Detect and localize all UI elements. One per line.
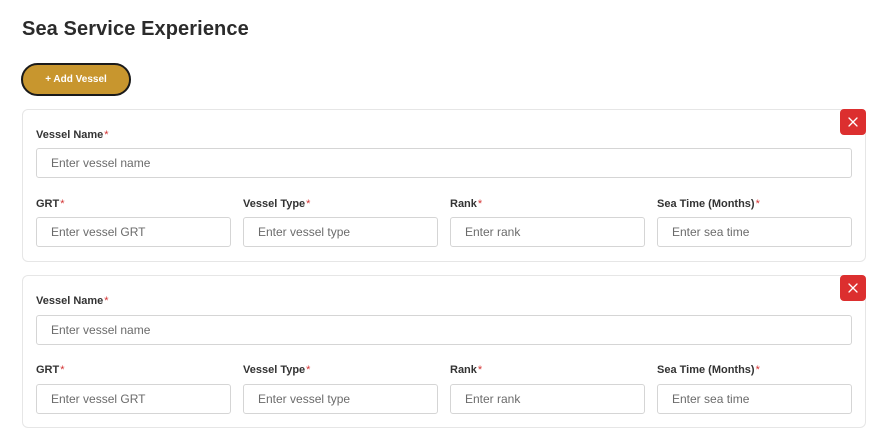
vessel-name-input[interactable] xyxy=(36,315,852,345)
sea-time-label: Sea Time (Months)* xyxy=(657,198,760,210)
grt-input[interactable] xyxy=(36,217,231,247)
close-icon xyxy=(848,117,858,127)
required-marker: * xyxy=(60,198,65,210)
vessel-type-label: Vessel Type* xyxy=(243,364,311,376)
add-vessel-button[interactable]: + Add Vessel xyxy=(21,63,131,96)
grt-label: GRT* xyxy=(36,364,65,376)
close-icon xyxy=(848,283,858,293)
remove-vessel-button[interactable] xyxy=(840,109,866,135)
sea-time-label: Sea Time (Months)* xyxy=(657,364,760,376)
vessel-name-input[interactable] xyxy=(36,148,852,178)
page-title: Sea Service Experience xyxy=(22,18,249,40)
grt-input[interactable] xyxy=(36,384,231,414)
vessel-type-label: Vessel Type* xyxy=(243,198,311,210)
required-marker: * xyxy=(104,295,109,307)
required-marker: * xyxy=(755,364,760,376)
vessel-card: Vessel Name* GRT* Vessel Type* Rank* Sea… xyxy=(22,275,866,428)
rank-input[interactable] xyxy=(450,217,645,247)
required-marker: * xyxy=(477,364,483,376)
vessel-name-label: Vessel Name* xyxy=(36,129,109,141)
sea-time-input[interactable] xyxy=(657,384,852,414)
required-marker: * xyxy=(306,198,311,210)
remove-vessel-button[interactable] xyxy=(840,275,866,301)
rank-label: Rank* xyxy=(450,198,483,210)
required-marker: * xyxy=(477,198,483,210)
rank-input[interactable] xyxy=(450,384,645,414)
vessel-type-input[interactable] xyxy=(243,217,438,247)
rank-label: Rank* xyxy=(450,364,483,376)
required-marker: * xyxy=(104,129,109,141)
required-marker: * xyxy=(306,364,311,376)
vessel-type-input[interactable] xyxy=(243,384,438,414)
vessel-card: Vessel Name* GRT* Vessel Type* Rank* Sea… xyxy=(22,109,866,262)
vessel-name-label: Vessel Name* xyxy=(36,295,109,307)
grt-label: GRT* xyxy=(36,198,65,210)
sea-time-input[interactable] xyxy=(657,217,852,247)
required-marker: * xyxy=(755,198,760,210)
required-marker: * xyxy=(60,364,65,376)
